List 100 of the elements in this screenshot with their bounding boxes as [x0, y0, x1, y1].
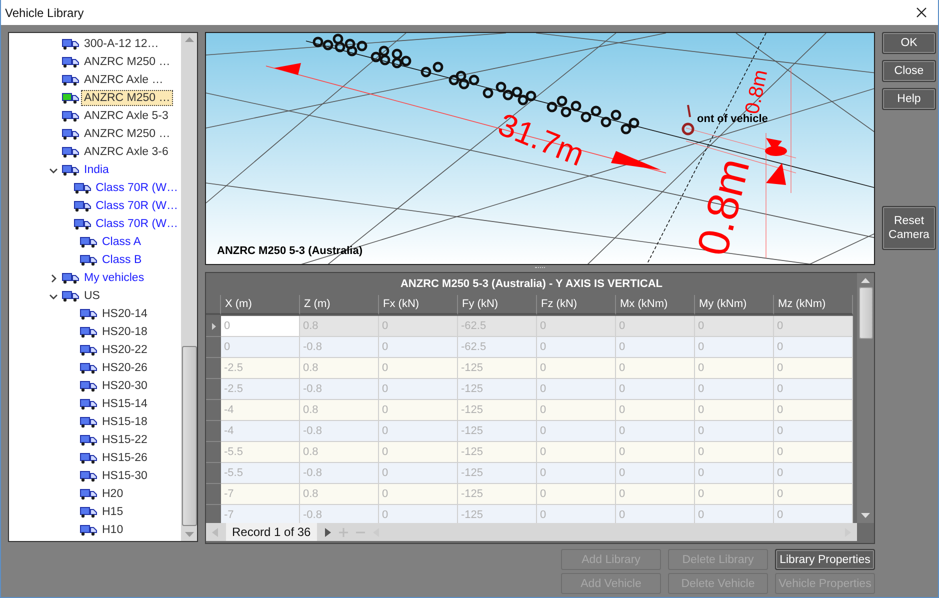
- table-cell[interactable]: 0: [379, 358, 458, 379]
- table-cell[interactable]: 0: [379, 463, 458, 484]
- table-cell[interactable]: -125: [458, 421, 537, 442]
- table-cell[interactable]: 0: [774, 379, 853, 400]
- tree-item[interactable]: 300-A-12 12…: [81, 36, 162, 52]
- table-cell[interactable]: 0: [537, 358, 616, 379]
- add-icon[interactable]: [338, 528, 348, 536]
- table-cell[interactable]: 0.8: [300, 358, 379, 379]
- tree-item[interactable]: Class 70R (W…: [92, 216, 181, 232]
- table-cell[interactable]: 0: [695, 337, 774, 358]
- table-cell[interactable]: 0: [537, 505, 616, 523]
- table-cell[interactable]: -0.8: [300, 379, 379, 400]
- table-cell[interactable]: 0: [774, 463, 853, 484]
- tree-group[interactable]: US: [81, 288, 103, 304]
- table-cell[interactable]: 0: [774, 337, 853, 358]
- previous-icon[interactable]: [212, 528, 218, 536]
- tree-item[interactable]: Class 70R (W…: [92, 180, 181, 196]
- table-cell[interactable]: 0: [616, 400, 695, 421]
- table-cell[interactable]: 0: [379, 337, 458, 358]
- dialog-button[interactable]: Library Properties: [775, 549, 875, 570]
- table-cell[interactable]: -125: [458, 505, 537, 523]
- scroll-up-icon[interactable]: [184, 37, 194, 42]
- table-cell[interactable]: 0: [537, 337, 616, 358]
- table-cell[interactable]: -2.5: [221, 379, 300, 400]
- scrollbar[interactable]: [181, 33, 197, 541]
- table-cell[interactable]: -125: [458, 358, 537, 379]
- tree-item[interactable]: HS15-14: [99, 396, 150, 412]
- tree-item[interactable]: ANZRC Axle 5-3: [81, 108, 172, 124]
- table-cell[interactable]: 0: [537, 379, 616, 400]
- table-cell[interactable]: -0.8: [300, 463, 379, 484]
- table-cell[interactable]: 0: [695, 463, 774, 484]
- table-cell[interactable]: -5.5: [221, 463, 300, 484]
- expand-icon[interactable]: [49, 274, 58, 282]
- table-cell[interactable]: 0: [537, 484, 616, 505]
- tree-item[interactable]: HS20-14: [99, 306, 150, 322]
- tree-group[interactable]: My vehicles: [81, 270, 148, 286]
- tree-item[interactable]: H15: [99, 504, 126, 520]
- table-cell[interactable]: 0: [774, 442, 853, 463]
- dialog-button[interactable]: OK: [882, 32, 936, 54]
- column-header[interactable]: Fy (kN): [458, 295, 537, 315]
- splitter-grip[interactable]: [535, 267, 545, 270]
- close-icon[interactable]: [916, 7, 927, 18]
- table-cell[interactable]: 0: [537, 421, 616, 442]
- table-cell[interactable]: 0: [379, 400, 458, 421]
- tree-item[interactable]: HS15-26: [99, 450, 150, 466]
- column-header[interactable]: X (m): [221, 295, 300, 315]
- tree-item[interactable]: HS20-22: [99, 342, 150, 358]
- table-cell[interactable]: 0: [695, 505, 774, 523]
- table-cell[interactable]: 0: [537, 463, 616, 484]
- table-cell[interactable]: 0: [379, 379, 458, 400]
- scroll-thumb[interactable]: [182, 346, 196, 526]
- table-cell[interactable]: 0: [616, 337, 695, 358]
- table-cell[interactable]: 0: [379, 505, 458, 523]
- tree-item[interactable]: Class B: [99, 252, 145, 268]
- table-cell[interactable]: -0.8: [300, 421, 379, 442]
- tree-item[interactable]: ANZRC M250 …: [81, 90, 174, 106]
- dialog-button[interactable]: Reset Camera: [882, 206, 936, 250]
- column-header[interactable]: Mx (kNm): [616, 295, 695, 315]
- scroll-down-icon[interactable]: [184, 532, 194, 537]
- table-cell[interactable]: 0: [221, 337, 300, 358]
- table-cell[interactable]: -125: [458, 463, 537, 484]
- tree-item[interactable]: H10: [99, 522, 126, 538]
- table-cell[interactable]: 0: [695, 358, 774, 379]
- tree-item[interactable]: HS15-30: [99, 468, 150, 484]
- tree-group[interactable]: India: [81, 162, 112, 178]
- table-cell[interactable]: 0: [616, 358, 695, 379]
- table-cell[interactable]: 0.8: [300, 442, 379, 463]
- table-cell[interactable]: 0: [774, 358, 853, 379]
- table-cell[interactable]: -125: [458, 442, 537, 463]
- scroll-thumb[interactable]: [858, 287, 872, 339]
- tree-item[interactable]: ANZRC M250 …: [81, 54, 174, 70]
- table-cell[interactable]: -0.8: [300, 505, 379, 523]
- next-icon[interactable]: [324, 528, 331, 536]
- scrollbar[interactable]: [857, 273, 874, 523]
- tree-item[interactable]: ANZRC M250 …: [81, 126, 174, 142]
- table-cell[interactable]: 0: [695, 400, 774, 421]
- tree-item[interactable]: HS20-18: [99, 324, 150, 340]
- scroll-up-icon[interactable]: [861, 278, 870, 283]
- table-cell[interactable]: 0: [774, 484, 853, 505]
- dialog-button[interactable]: Close: [882, 60, 936, 82]
- column-header[interactable]: My (kNm): [695, 295, 774, 315]
- table-cell[interactable]: -125: [458, 379, 537, 400]
- table-cell[interactable]: 0: [616, 484, 695, 505]
- table-cell[interactable]: 0: [774, 421, 853, 442]
- table-cell[interactable]: -125: [458, 400, 537, 421]
- table-cell[interactable]: 0: [695, 484, 774, 505]
- table-cell[interactable]: 0: [616, 442, 695, 463]
- table-cell[interactable]: 0: [774, 505, 853, 523]
- table-cell[interactable]: -4: [221, 400, 300, 421]
- table-cell[interactable]: 0: [695, 442, 774, 463]
- table-cell[interactable]: 0: [616, 463, 695, 484]
- scroll-down-icon[interactable]: [861, 513, 870, 518]
- table-cell[interactable]: 0: [379, 484, 458, 505]
- tree-item[interactable]: ANZRC Axle 3-6: [81, 144, 172, 160]
- table-cell[interactable]: 0: [221, 316, 300, 337]
- tree-item[interactable]: Class 70R (W…: [92, 198, 181, 214]
- tree-item[interactable]: HS15-18: [99, 414, 150, 430]
- table-cell[interactable]: 0.8: [300, 400, 379, 421]
- tree-item[interactable]: HS20-26: [99, 360, 150, 376]
- table-cell[interactable]: -62.5: [458, 337, 537, 358]
